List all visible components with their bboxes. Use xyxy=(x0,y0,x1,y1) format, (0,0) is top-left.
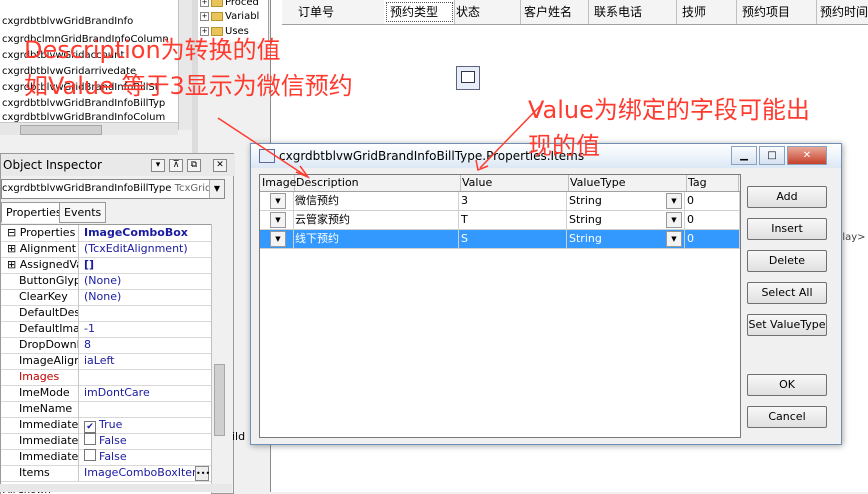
property-row[interactable]: DefaultImage-1 xyxy=(1,321,211,338)
chevron-down-icon[interactable]: ▼ xyxy=(270,212,286,228)
property-row[interactable]: ImmediateDro✔True xyxy=(1,417,211,434)
column-header-value[interactable]: Value xyxy=(460,175,569,191)
column-header[interactable]: 状态 xyxy=(450,0,521,24)
property-row[interactable]: ⊞ Alignment (TcxEditAlignment) xyxy=(1,241,211,258)
property-row[interactable]: ClearKey (None) xyxy=(1,289,211,306)
component-icon[interactable] xyxy=(456,66,480,90)
scroll-thumb[interactable] xyxy=(214,364,225,436)
column-header[interactable]: 订单号 xyxy=(292,0,385,24)
column-header-image[interactable]: Image xyxy=(260,175,296,191)
chevron-down-icon[interactable]: ▼ xyxy=(270,231,286,247)
items-grid-header: Image Description Value ValueType Tag xyxy=(260,175,740,192)
folder-icon xyxy=(211,11,223,21)
property-row[interactable]: Items ImageComboBoxItems) ••• xyxy=(1,465,211,482)
annotation-text: Value为绑定的字段可能出 xyxy=(528,96,810,124)
dropdown-icon[interactable]: ▾ xyxy=(151,159,165,172)
column-header[interactable]: 技师 xyxy=(676,0,737,24)
insert-button[interactable]: Insert xyxy=(747,218,827,240)
checkbox-checked[interactable]: ✔ xyxy=(84,421,96,433)
property-row[interactable]: ImeMode imDontCare xyxy=(1,385,211,402)
inspector-scrollbar[interactable] xyxy=(211,224,226,493)
column-header[interactable]: 预约时间 xyxy=(814,0,868,24)
column-header[interactable]: 预约项目 xyxy=(736,0,817,24)
inspector-tabs: Properties Events xyxy=(1,202,233,223)
property-row[interactable]: ImmediatePoFalse xyxy=(1,433,211,450)
column-header[interactable]: 客户姓名 xyxy=(518,0,589,24)
annotation-text: 现的值 xyxy=(528,132,600,160)
property-row[interactable]: ImeName xyxy=(1,401,211,418)
property-row[interactable]: ⊞ AssignedValu[] xyxy=(1,257,211,274)
minimize-icon[interactable]: ▁ xyxy=(731,146,757,165)
cancel-button[interactable]: Cancel xyxy=(747,406,827,428)
scroll-thumb[interactable] xyxy=(20,125,102,135)
table-row[interactable]: ▼ 云管家预约 T String ▼ 0 xyxy=(260,211,740,230)
component-tree-list: cxgrdbtblvwGridBrandInfo cxgrdbclmnGridB… xyxy=(0,0,179,128)
tab-events[interactable]: Events xyxy=(59,202,107,223)
close-icon[interactable]: ✕ xyxy=(213,159,227,172)
chevron-down-icon[interactable]: ▼ xyxy=(666,231,682,247)
column-header-description[interactable]: Description xyxy=(294,175,461,191)
close-icon[interactable]: ✕ xyxy=(787,146,827,165)
checkbox[interactable] xyxy=(84,433,96,445)
property-row[interactable]: ButtonGlyph(None) xyxy=(1,273,211,290)
add-button[interactable]: Add xyxy=(747,186,827,208)
folder-item[interactable]: + Proced xyxy=(200,0,259,9)
folder-icon xyxy=(211,0,223,7)
delete-button[interactable]: Delete xyxy=(747,250,827,272)
dialog-app-icon xyxy=(259,149,275,163)
column-header[interactable]: 联系电话 xyxy=(588,0,677,24)
annotation-text: 如Value 等于3显示为微信预约 xyxy=(24,72,353,100)
table-row[interactable]: ▼ 微信预约 3 String ▼ 0 xyxy=(260,192,740,211)
chevron-down-icon[interactable]: ▼ xyxy=(209,180,224,198)
property-grid: ⊟ Properties ImageComboBox ⊞ Alignment (Tc… xyxy=(1,224,211,494)
items-editor-dialog: cxgrdbtblvwGridBrandInfoBillType.Propert… xyxy=(250,143,842,445)
folder-item[interactable]: + Variabl xyxy=(200,10,259,23)
status-bar xyxy=(0,484,232,492)
checkbox[interactable] xyxy=(84,449,96,461)
tree-item[interactable]: cxgrdbtblvwGridBrandInfo xyxy=(2,14,178,30)
side-toolbar xyxy=(178,0,193,130)
ellipsis-icon[interactable]: ••• xyxy=(195,466,210,481)
expand-icon[interactable]: + xyxy=(200,26,209,36)
tab-properties[interactable]: Properties xyxy=(1,202,67,223)
column-header-valuetype[interactable]: ValueType xyxy=(568,175,687,191)
column-header-tag[interactable]: Tag xyxy=(686,175,739,191)
table-row-selected[interactable]: ▼ 线下预约 S String ▼ 0 xyxy=(260,230,740,249)
select-all-button[interactable]: Select All xyxy=(747,282,827,304)
property-row[interactable]: DropDownRo8 xyxy=(1,337,211,354)
component-selector[interactable]: cxgrdbtblvwGridBrandInfoBillType TcxGrid… xyxy=(1,179,225,199)
chevron-down-icon[interactable]: ▼ xyxy=(666,193,682,209)
object-inspector: Object Inspector ▾ ⊼ ⧉ ✕ cxgrdbtblvwGrid… xyxy=(0,153,235,494)
maximize-icon[interactable]: □ xyxy=(759,146,785,165)
pin-icon[interactable]: ⊼ xyxy=(169,159,183,172)
grid-column-header: 订单号 预约类型 状态 客户姓名 联系电话 技师 预约项目 预约时间 xyxy=(282,0,868,25)
column-header-selected[interactable]: 预约类型 xyxy=(384,0,455,24)
chevron-down-icon[interactable]: ▼ xyxy=(270,193,286,209)
text-fragment: ild xyxy=(232,430,246,443)
annotation-text: Description为转换的值 xyxy=(24,36,281,64)
restore-icon[interactable]: ⧉ xyxy=(187,159,201,172)
property-row[interactable]: Images xyxy=(1,369,211,386)
folder-icon xyxy=(211,26,223,36)
property-row[interactable]: ⊟ Properties ImageComboBox xyxy=(1,225,211,242)
chevron-down-icon[interactable]: ▼ xyxy=(666,212,682,228)
expand-icon[interactable]: + xyxy=(200,11,209,21)
property-row[interactable]: ImmediateUpFalse xyxy=(1,449,211,466)
ok-button[interactable]: OK xyxy=(747,374,827,396)
items-grid: Image Description Value ValueType Tag ▼ … xyxy=(259,174,741,438)
expand-icon[interactable]: + xyxy=(200,0,209,7)
tree-horizontal-scrollbar[interactable] xyxy=(0,122,178,135)
property-row[interactable]: ImageAlign iaLeft xyxy=(1,353,211,370)
property-row[interactable]: DefaultDescri xyxy=(1,305,211,322)
set-valuetype-button[interactable]: Set ValueType xyxy=(747,314,827,336)
